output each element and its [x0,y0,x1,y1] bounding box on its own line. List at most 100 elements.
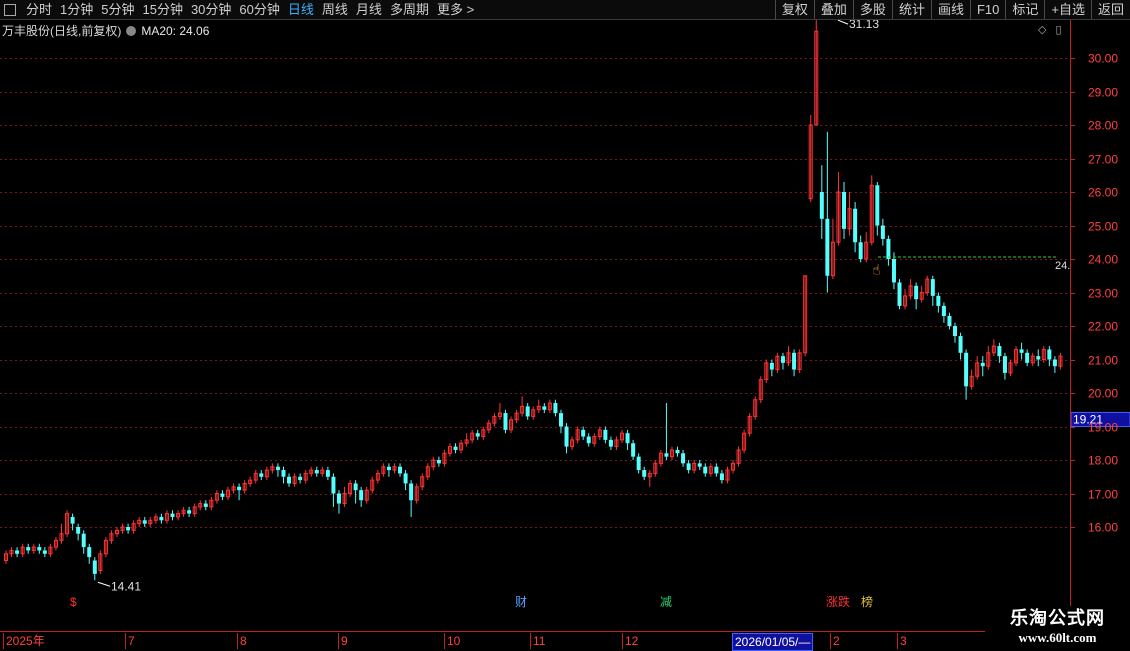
candle [470,429,475,444]
candle [1041,346,1046,363]
candle [359,486,364,507]
period-tab-9[interactable]: 多周期 [386,0,433,19]
candle [575,426,580,444]
price-tick-label: 26.00 [1088,186,1118,200]
candle [203,500,208,511]
toolbar-button-3[interactable]: 统计 [891,0,931,19]
candle [275,463,280,477]
period-toolbar: 分时 1分钟 5分钟 15分钟 30分钟 60分钟 日线 周线 月线 多周期 更多 > 复权 叠加 多股… [0,0,1130,20]
candle [253,470,258,484]
low-pointer [97,581,111,587]
candle [370,476,375,494]
price-tick-label: 19.00 [1088,421,1118,435]
period-tab-10[interactable]: 更多 > [433,0,478,19]
candle [780,352,785,370]
period-tab-0[interactable]: 分时 [22,0,56,19]
period-tab-6[interactable]: 日线 [284,0,318,19]
period-tab-7[interactable]: 周线 [318,0,352,19]
candle [647,470,652,487]
kline-chart[interactable]: 24.31.1314.4119.21☝$ 财减涨跌榜 30.0029.0028.0… [0,20,1130,631]
date-axis: 2025年 7 8 9 10 11 12 2026/01/05/— 2 3 [0,631,1070,651]
candle [769,359,774,377]
period-tab-8[interactable]: 月线 [352,0,386,19]
event-marker: $ [70,595,77,609]
candle [298,473,303,484]
candle [492,413,497,427]
candle [975,356,980,380]
window-icon[interactable] [4,3,16,16]
candle [187,506,192,517]
event-marker: 榜 [861,594,873,609]
candle [869,175,874,246]
candle [176,510,181,521]
candle [170,510,175,521]
price-tick-label: 22.00 [1088,320,1118,334]
candle [631,439,636,460]
period-tab-3[interactable]: 15分钟 [138,0,186,19]
candle [192,503,197,517]
candle [164,510,169,524]
candle [681,449,686,467]
candle [447,443,452,457]
period-tab-1[interactable]: 1分钟 [56,0,97,19]
price-tick-label: 17.00 [1088,488,1118,502]
toolbar-button-8[interactable]: 返回 [1090,0,1130,19]
candle [76,523,81,541]
candle [270,463,275,474]
candle [159,513,164,524]
candle [1002,352,1007,380]
candle [142,516,147,527]
candle [336,490,341,514]
candle [586,433,591,447]
toolbar-button-0[interactable]: 复权 [774,0,814,19]
toolbar-button-6[interactable]: 标记 [1005,0,1044,19]
period-tab-5[interactable]: 60分钟 [235,0,283,19]
candle [903,289,908,310]
candle [558,409,563,434]
ma-right-label: 24. [1055,260,1070,272]
candle [697,460,702,471]
toolbar-right-buttons: 复权 叠加 多股 统计 画线 F10 标记 +自选 返回 [774,0,1130,19]
toolbar-button-4[interactable]: 画线 [930,0,970,19]
candle [625,429,630,450]
candle [547,399,552,414]
price-tick-label: 21.00 [1088,354,1118,368]
toolbar-button-2[interactable]: 多股 [852,0,892,19]
candle [520,396,525,417]
date-label: 12 [622,633,638,649]
candle [1014,346,1019,367]
period-tab-2[interactable]: 5分钟 [97,0,138,19]
candle [864,232,869,263]
candle [814,20,819,126]
price-tick-label: 29.00 [1088,86,1118,100]
candle [553,399,558,417]
toolbar-button-7[interactable]: +自选 [1044,0,1091,19]
candle [281,466,286,484]
candle [53,537,58,551]
candle [875,181,880,236]
candle [614,436,619,450]
period-tab-4[interactable]: 30分钟 [187,0,235,19]
candle [459,439,464,454]
toolbar-button-1[interactable]: 叠加 [813,0,853,19]
candle [486,419,491,434]
candle [825,131,830,293]
date-label: 2025年 [3,633,45,649]
candle [181,506,186,517]
candle [109,530,114,544]
candle [303,470,308,484]
candle [830,218,835,280]
candle [114,527,119,538]
price-tick-label: 27.00 [1088,153,1118,167]
candle [436,456,441,467]
candle [686,460,691,474]
candle [42,547,47,558]
candle [120,523,125,534]
candle [731,460,736,474]
toolbar-button-5[interactable]: F10 [969,0,1005,19]
candle [597,426,602,440]
candle [464,433,469,447]
date-label: 11 [530,633,545,649]
candle [509,416,514,434]
candle [214,490,219,504]
